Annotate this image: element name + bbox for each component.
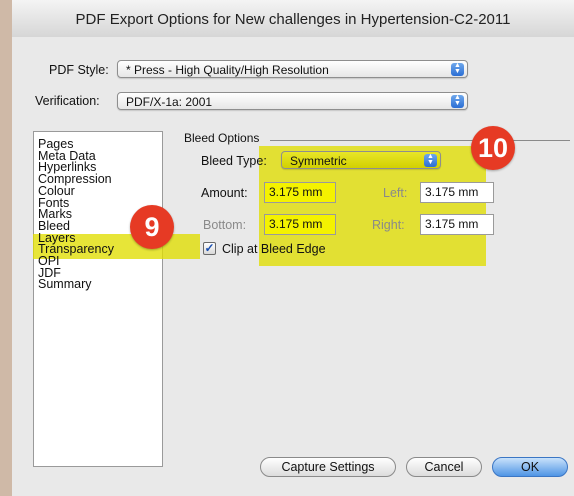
window-title-bar: PDF Export Options for New challenges in… [12, 0, 574, 38]
bleed-type-value: Symmetric [290, 154, 347, 168]
amount-input[interactable]: 3.175 mm [264, 182, 336, 203]
popup-arrows-icon: ▲ ▼ [451, 94, 464, 108]
bleed-options-group-title: Bleed Options [184, 131, 260, 145]
cancel-button[interactable]: Cancel [406, 457, 482, 477]
left-label: Left: [383, 186, 408, 200]
right-label: Right: [372, 218, 405, 232]
left-input[interactable]: 3.175 mm [420, 182, 494, 203]
popup-arrows-icon: ▲ ▼ [451, 62, 464, 76]
window-title: PDF Export Options for New challenges in… [75, 11, 511, 28]
capture-settings-button[interactable]: Capture Settings [260, 457, 396, 477]
clip-at-bleed-edge-label: Clip at Bleed Edge [222, 242, 326, 256]
pdf-style-label: PDF Style: [49, 63, 109, 77]
amount-label: Amount: [201, 186, 248, 200]
popup-arrows-icon: ▲ ▼ [424, 153, 437, 167]
pdf-style-select[interactable]: * Press - High Quality/High Resolution ▲… [117, 60, 468, 78]
annotation-badge-10: 10 [471, 126, 515, 170]
right-input[interactable]: 3.175 mm [420, 214, 494, 235]
bleed-type-label: Bleed Type: [201, 154, 267, 168]
bleed-type-select[interactable]: Symmetric ▲ ▼ [281, 151, 441, 169]
verification-value: PDF/X-1a: 2001 [126, 95, 213, 109]
verification-label: Verification: [35, 94, 100, 108]
sidebar-item-summary[interactable]: Summary [38, 278, 91, 291]
clip-at-bleed-edge-checkbox[interactable]: ✓ [203, 242, 216, 255]
bottom-input[interactable]: 3.175 mm [264, 214, 336, 235]
verification-select[interactable]: PDF/X-1a: 2001 ▲ ▼ [117, 92, 468, 110]
pdf-style-value: * Press - High Quality/High Resolution [126, 63, 329, 77]
annotation-badge-9: 9 [130, 205, 174, 249]
bottom-label: Bottom: [203, 218, 247, 232]
group-divider [270, 140, 570, 141]
ok-button[interactable]: OK [492, 457, 568, 477]
